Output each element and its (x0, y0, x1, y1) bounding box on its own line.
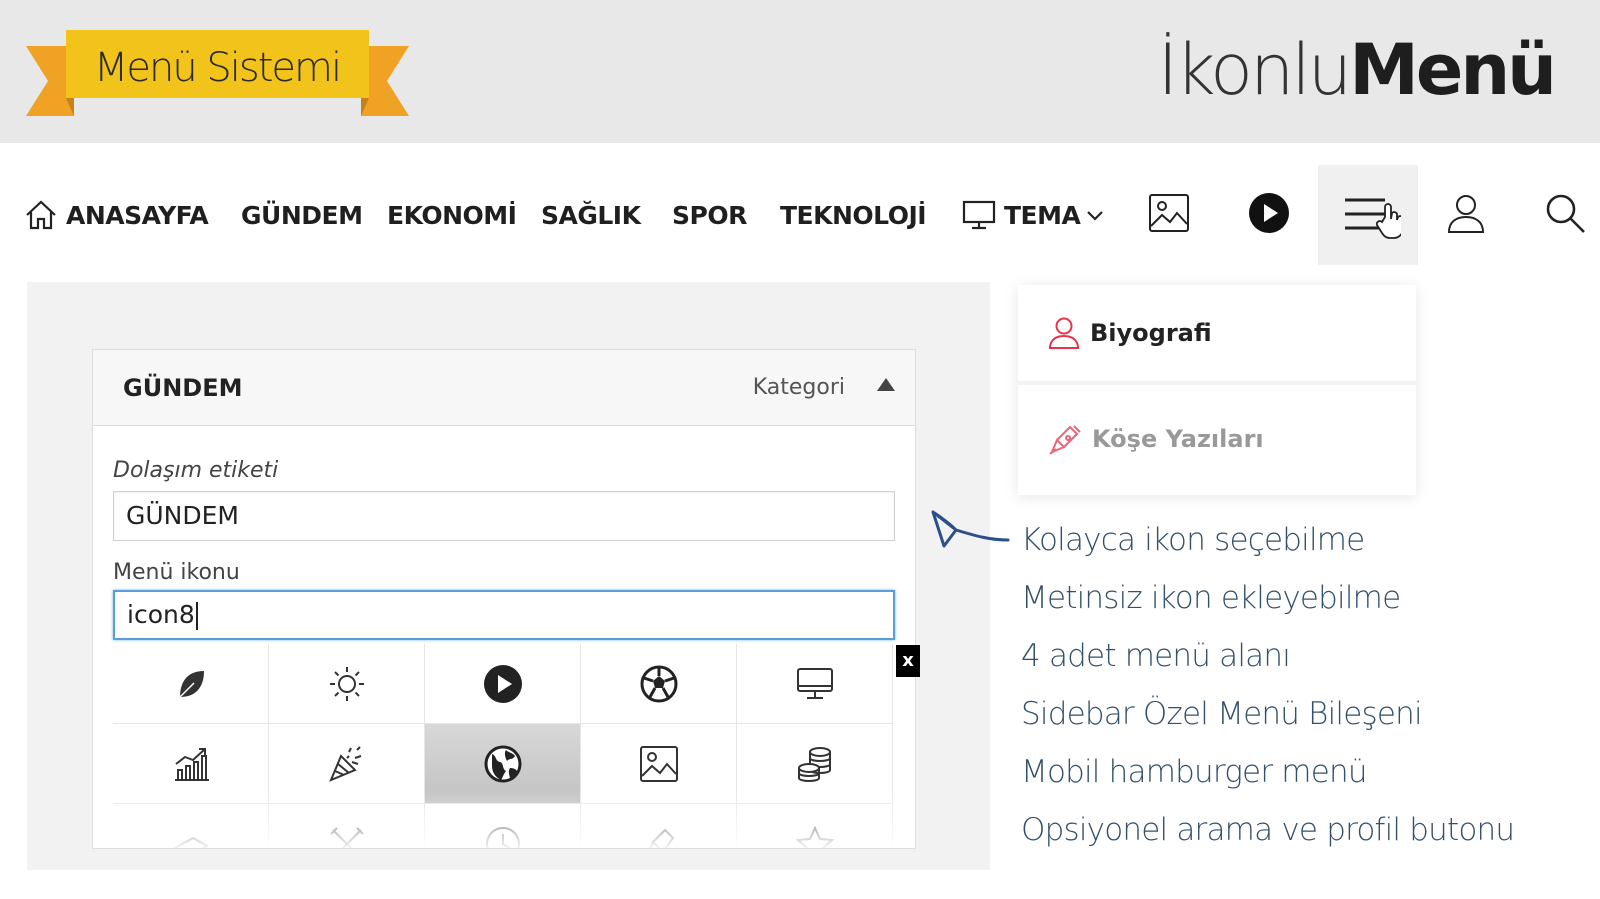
icon-option-money[interactable] (113, 804, 269, 848)
product-title-light: İkonlu (1157, 29, 1352, 111)
menu-item-card: GÜNDEM Kategori Dolaşım etiketi GÜNDEM M… (92, 349, 916, 849)
nav-item-label: EKONOMİ (387, 200, 517, 230)
image-icon (639, 745, 678, 782)
nav-item-tema[interactable]: TEMA (962, 165, 1104, 265)
nav-item-ekonomi[interactable]: EKONOMİ (387, 165, 517, 265)
nav-item-label: GÜNDEM (241, 200, 363, 230)
dropdown-item-label: Köşe Yazıları (1092, 425, 1264, 453)
icon-picker-close-button[interactable]: x (896, 645, 920, 677)
feature-item: Metinsiz ikon ekleyebilme (1021, 580, 1401, 616)
product-title: İkonluMenü (1157, 29, 1557, 111)
icon-option-leaf[interactable] (113, 644, 269, 724)
dropdown-item-kose-yazilari[interactable]: Köşe Yazıları (1018, 389, 1416, 489)
search-icon (1544, 192, 1586, 238)
dropdown-item-label: Biyografi (1090, 319, 1212, 347)
product-title-bold: Menü (1349, 29, 1557, 111)
play-icon (483, 664, 522, 703)
search-nav-button[interactable] (1535, 165, 1595, 265)
hamburger-menu-button[interactable] (1318, 165, 1418, 265)
icon-option-party[interactable] (269, 724, 425, 804)
play-icon (1248, 192, 1290, 238)
home-icon (24, 199, 58, 231)
money-icon (172, 836, 209, 848)
menu-item-card-header[interactable]: GÜNDEM Kategori (93, 350, 915, 426)
sun-icon (329, 666, 364, 701)
monitor-icon (962, 199, 996, 231)
nav-item-gundem[interactable]: GÜNDEM (241, 165, 363, 265)
feature-item: Opsiyonel arama ve profil butonu (1021, 812, 1515, 848)
ribbon-label: Menü Sistemi (93, 45, 342, 91)
ribbon-badge: Menü Sistemi (26, 28, 409, 118)
icon-option-star[interactable] (737, 804, 893, 848)
image-nav-button[interactable] (1139, 165, 1199, 265)
icon-option-image[interactable] (581, 724, 737, 804)
nav-item-label: TEMA (1004, 200, 1081, 230)
icon-option-play[interactable] (425, 644, 581, 724)
chart-icon (174, 747, 209, 781)
tools-icon (329, 826, 364, 848)
menu-item-type: Kategori (752, 375, 845, 400)
nav-item-label: ANASAYFA (66, 200, 209, 230)
hamburger-icon (1335, 183, 1404, 247)
image-icon (1148, 193, 1190, 237)
menu-icon-caption: Menü ikonu (113, 560, 240, 585)
nav-label-caption: Dolaşım etiketi (113, 458, 279, 483)
menu-item-title: GÜNDEM (123, 374, 243, 402)
main-nav: ANASAYFA GÜNDEM EKONOMİ SAĞLIK SPOR TEKN… (0, 165, 1600, 265)
icon-option-football[interactable] (581, 644, 737, 724)
icon-option-chart[interactable] (113, 724, 269, 804)
icon-option-globe[interactable] (425, 724, 581, 804)
menu-icon-input[interactable]: icon8 (113, 590, 895, 640)
icon-option-clock[interactable] (425, 804, 581, 848)
leaf-icon (178, 670, 204, 698)
icon-option-coins[interactable] (737, 724, 893, 804)
icon-option-tools[interactable] (269, 804, 425, 848)
feature-item: Sidebar Özel Menü Bileşeni (1021, 696, 1423, 732)
icon-picker-grid (113, 644, 895, 848)
pen-icon (648, 828, 674, 848)
nav-item-spor[interactable]: SPOR (672, 165, 747, 265)
dropdown-item-biyografi[interactable]: Biyografi (1018, 285, 1416, 385)
icon-option-pen[interactable] (581, 804, 737, 848)
nav-label-input[interactable]: GÜNDEM (113, 491, 895, 541)
dropdown-caret (1352, 270, 1384, 286)
globe-icon (484, 745, 521, 782)
top-banner: Menü Sistemi İkonluMenü (0, 0, 1600, 143)
icon-option-monitor[interactable] (737, 644, 893, 724)
feature-item: Kolayca ikon seçebilme (1021, 522, 1365, 558)
nav-item-saglik[interactable]: SAĞLIK (541, 165, 641, 265)
text-caret (195, 602, 198, 630)
feature-item: Mobil hamburger menü (1021, 754, 1367, 790)
feature-item: 4 adet menü alanı (1021, 638, 1291, 674)
pen-icon (1048, 422, 1082, 456)
chevron-down-icon (1086, 209, 1104, 221)
user-icon (1446, 192, 1486, 238)
hamburger-dropdown: Biyografi Köşe Yazıları (1018, 285, 1416, 495)
nav-item-label: TEKNOLOJİ (780, 200, 927, 230)
clock-icon (485, 826, 520, 848)
menu-icon-value: icon8 (127, 600, 195, 629)
hand-drawn-arrow-icon (931, 510, 1010, 548)
nav-label-value: GÜNDEM (126, 501, 239, 530)
profile-nav-button[interactable] (1436, 165, 1496, 265)
video-nav-button[interactable] (1239, 165, 1299, 265)
nav-item-anasayfa[interactable]: ANASAYFA (24, 165, 209, 265)
coins-icon (797, 746, 831, 782)
nav-item-teknoloji[interactable]: TEKNOLOJİ (780, 165, 927, 265)
nav-item-label: SAĞLIK (541, 200, 641, 230)
collapse-arrow-icon[interactable] (877, 378, 895, 391)
party-icon (328, 745, 361, 782)
monitor-icon (796, 667, 833, 699)
hand-cursor-icon (1375, 203, 1404, 239)
icon-option-sun[interactable] (269, 644, 425, 724)
user-outline-icon (1048, 316, 1080, 350)
football-icon (640, 665, 677, 702)
star-icon (795, 825, 834, 848)
nav-item-label: SPOR (672, 200, 747, 230)
